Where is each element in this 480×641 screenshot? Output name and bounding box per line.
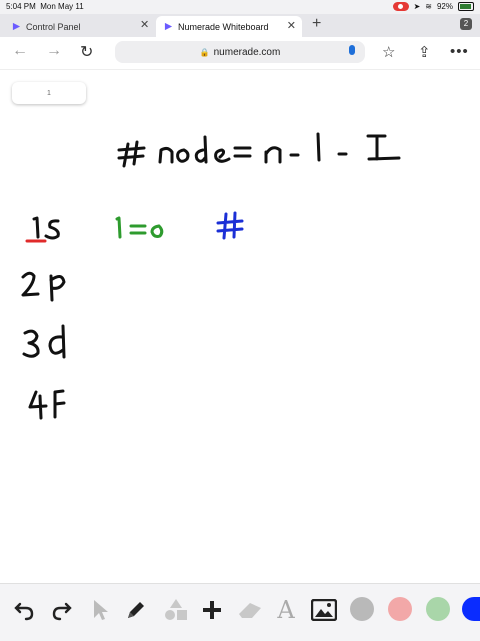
add-button[interactable]: [198, 596, 226, 624]
image-icon: [311, 599, 337, 621]
forward-icon[interactable]: →: [46, 42, 62, 60]
text-button[interactable]: A: [272, 596, 300, 624]
color-swatch-blue[interactable]: [462, 597, 480, 621]
close-tab-icon[interactable]: ✕: [140, 18, 149, 31]
handwriting-hash: [216, 211, 244, 240]
status-bar: 5:04 PM Mon May 11 ➤ ≋ 92%: [0, 0, 480, 14]
pencil-button[interactable]: [122, 596, 150, 624]
reload-icon[interactable]: ↻: [80, 42, 93, 62]
handwriting-3d: [22, 324, 66, 359]
lock-icon: 🔒: [199, 47, 210, 57]
text-icon: A: [277, 596, 295, 624]
tab-count[interactable]: 2: [460, 18, 472, 30]
bookmark-star-icon[interactable]: ☆: [382, 43, 395, 61]
image-button[interactable]: [310, 596, 338, 624]
location-icon: ➤: [413, 2, 421, 11]
pencil-icon: [128, 602, 144, 618]
color-swatch-pink[interactable]: [388, 597, 412, 621]
battery-percent: 92%: [436, 2, 453, 11]
eraser-button[interactable]: [236, 596, 264, 624]
tab-label: Control Panel: [26, 21, 81, 32]
whiteboard-canvas[interactable]: [0, 100, 480, 580]
new-tab-icon[interactable]: +: [312, 15, 321, 33]
share-icon[interactable]: ⇪: [418, 43, 431, 61]
url-text: numerade.com: [213, 46, 281, 58]
add-icon: [203, 601, 221, 619]
shapes-button[interactable]: [162, 596, 190, 624]
redo-icon: [52, 602, 72, 621]
tab-control-panel[interactable]: Control Panel: [4, 16, 154, 37]
tab-strip: Control Panel ✕ Numerade Whiteboard ✕: [0, 14, 480, 37]
eraser-icon: [239, 603, 261, 618]
more-icon[interactable]: •••: [450, 43, 469, 60]
pointer-button[interactable]: [86, 596, 114, 624]
handwriting-2p: [21, 271, 66, 302]
browser-toolbar: ← → ↻ 🔒 numerade.com ☆ ⇪ •••: [0, 37, 480, 70]
screen-record-icon: [392, 2, 409, 11]
undo-button[interactable]: [10, 596, 38, 624]
battery-icon: [458, 2, 474, 11]
tab-label: Numerade Whiteboard: [178, 21, 269, 32]
color-swatch-green[interactable]: [426, 597, 450, 621]
color-swatch-gray[interactable]: [350, 597, 374, 621]
handwriting-equation: [117, 132, 401, 168]
handwriting-1s: [32, 216, 60, 240]
handwriting-4f: [28, 389, 66, 420]
status-time: 5:04 PM Mon May 11: [6, 2, 84, 11]
microphone-icon[interactable]: [349, 45, 355, 55]
shapes-icon: [165, 599, 187, 620]
numerade-logo-icon: [164, 22, 173, 31]
redo-button[interactable]: [48, 596, 76, 624]
address-bar[interactable]: 🔒 numerade.com: [115, 41, 365, 63]
numerade-logo-icon: [12, 22, 21, 31]
handwriting-l-equals-0: [115, 216, 164, 239]
drawing-toolbar: A: [0, 583, 480, 641]
page-number: 1: [47, 89, 51, 97]
back-icon[interactable]: ←: [12, 42, 28, 60]
wifi-icon: ≋: [425, 2, 432, 11]
pointer-icon: [94, 600, 108, 620]
undo-icon: [14, 602, 34, 621]
close-tab-icon[interactable]: ✕: [287, 19, 296, 32]
tab-numerade-whiteboard[interactable]: Numerade Whiteboard ✕: [156, 16, 302, 37]
